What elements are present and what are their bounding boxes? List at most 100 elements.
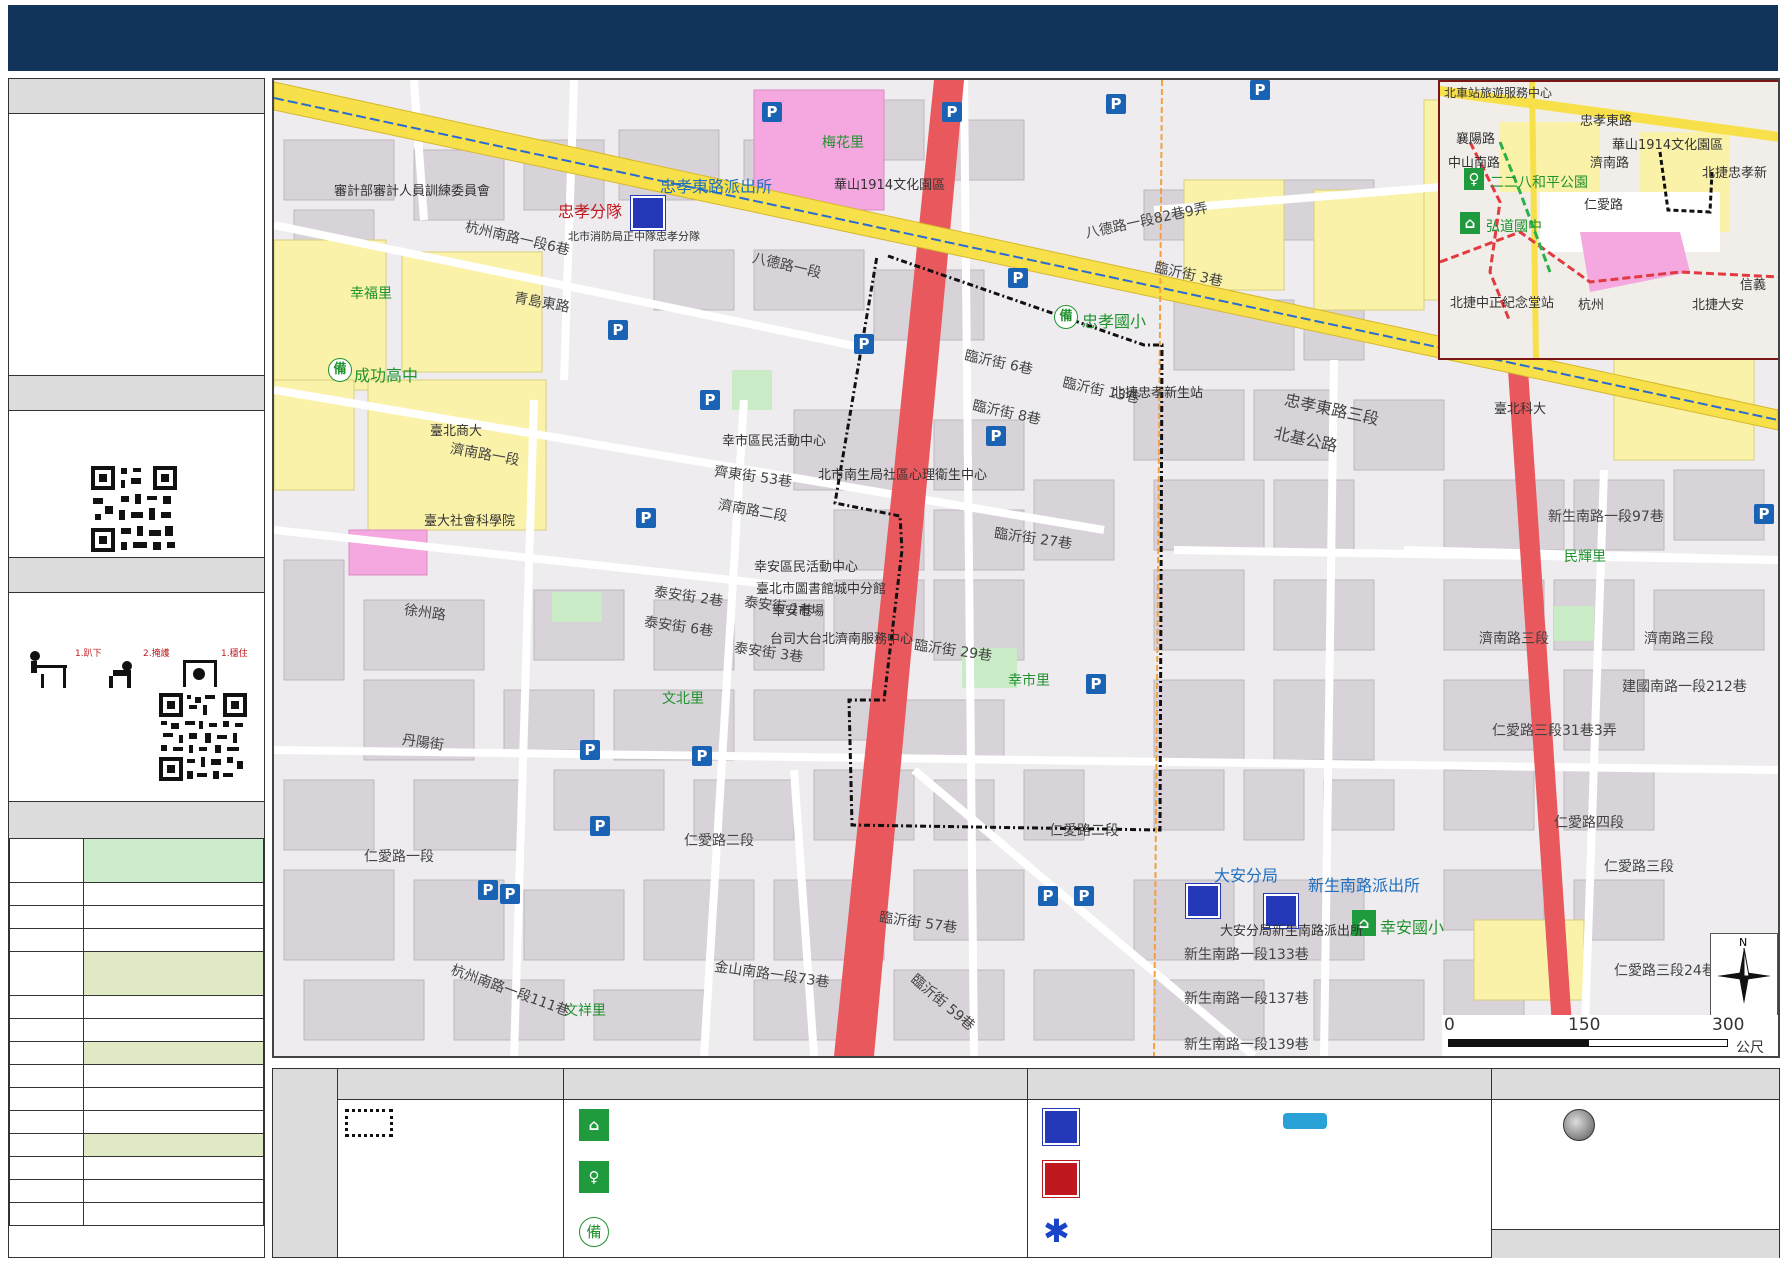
fire-badge-icon [1043,1161,1079,1197]
inset-label: 忠孝東路 [1580,114,1633,129]
sidebar-header-contacts [9,802,264,839]
village-label: 梅花里 [822,135,864,151]
inset-label: 濟南路 [1590,156,1630,171]
place-label: 臺北商大 [430,424,483,439]
village-label: 文北里 [662,691,704,707]
sidebar-header-info [9,79,264,114]
backup-shelter-icon: 備 [579,1217,609,1247]
shelter-icon[interactable]: 備 [1054,305,1078,329]
sidebar-header-qr [9,376,264,411]
road-label: 新生南路一段139巷 [1184,1037,1309,1053]
place-label: 審計部審計人員訓練委員會 [334,184,491,199]
road-label: 新生南路一段137巷 [1184,991,1309,1007]
posture-step-1: 1.趴下 [75,648,102,659]
place-label: 幸市區民活動中心 [722,434,827,449]
parking-icon[interactable]: P [1008,268,1028,288]
parking-icon[interactable]: P [986,426,1006,446]
police-badge-icon [1043,1109,1079,1145]
parking-icon[interactable]: P [1038,886,1058,906]
legend-divider [563,1069,564,1257]
boundary-legend-icon [345,1109,393,1137]
parking-icon[interactable]: P [942,102,962,122]
village-label: 幸福里 [350,286,392,302]
legend-divider [1027,1069,1028,1257]
road-label: 濟南路三段 [1479,631,1549,647]
parking-icon[interactable]: P [692,746,712,766]
village-label: 民輝里 [1564,549,1606,565]
scale-tick: 300 [1712,1015,1745,1035]
road-label: 新生南路一段133巷 [1184,947,1309,963]
compass-n: N [1739,936,1747,949]
place-label: 臺大社會科學院 [424,514,516,529]
posture-step-2: 2.掩護 [143,647,170,659]
scale-tick: 150 [1568,1015,1601,1035]
qr-code-icon[interactable] [159,693,247,781]
parking-icon[interactable]: P [478,880,498,900]
parking-icon[interactable]: P [1086,674,1106,694]
legend-divider [337,1069,338,1257]
place-label: 幸安市場 [772,604,825,619]
parking-icon[interactable]: P [854,334,874,354]
map-legend: ⌂ ♀ 備 ✱ [272,1068,1780,1258]
road-label: 仁愛路三段31巷3弄 [1492,723,1617,739]
parking-icon[interactable]: P [1754,504,1774,524]
sidebar: 1.趴下 2.掩護 1.穩住 [8,78,265,1258]
road-label: 建國南路一段212巷 [1622,679,1747,695]
place-label: 北市南生局社區心理衛生中心 [818,468,988,483]
inset-label: 襄陽路 [1456,132,1496,147]
place-label: 北捷忠孝新生站 [1112,386,1204,401]
parking-icon[interactable]: P [1106,94,1126,114]
contact-table [9,838,264,1226]
posture-step-3: 1.穩住 [221,647,248,659]
police-station-label: 忠孝東路派出所 [660,177,773,196]
parking-icon[interactable]: P [608,320,628,340]
inset-label: 信義 [1740,278,1767,293]
road-label: 仁愛路四段 [1554,815,1624,831]
school-label: 忠孝國小 [1082,312,1147,331]
scale-bar: 0 150 300 公尺 [1442,1015,1778,1056]
police-badge-icon[interactable] [1186,884,1220,918]
shelter-icon[interactable]: 備 [328,358,352,382]
locator-inset-map[interactable]: 北車站旅遊服務中心 忠孝東路 襄陽路 華山1914文化園區 中山南路 濟南路 北… [1438,80,1778,360]
police-branch-label: 忠孝分隊 [558,202,623,221]
inset-label: 北捷中正紀念堂站 [1450,296,1555,311]
meeting-point-icon [1563,1109,1595,1141]
inset-label: 北捷大安 [1692,298,1745,313]
scale-bar-fill [1448,1039,1588,1047]
school-label: 成功高中 [354,366,419,385]
place-label: 台司大台北濟南服務中心 [770,632,914,647]
police-badge-icon[interactable] [631,196,665,230]
parking-icon[interactable]: P [636,508,656,528]
parking-icon[interactable]: P [1250,80,1270,100]
police-branch-label: 大安分局 [1214,866,1279,885]
parking-icon[interactable]: P [762,102,782,122]
inset-label: 北捷忠孝新 [1702,166,1768,181]
medical-star-icon: ✱ [1043,1212,1070,1250]
park-shelter-icon[interactable]: ♀ [1464,168,1484,190]
road-label: 仁愛路三段 [1604,859,1674,875]
evacuation-map[interactable]: 忠孝分隊 忠孝東路派出所 北市消防局正中隊忠孝分隊 備 忠孝國小 備 成功高中 … [272,78,1780,1058]
parking-icon[interactable]: P [580,740,600,760]
village-label: 幸市里 [1008,673,1050,689]
parking-icon[interactable]: P [590,816,610,836]
fire-team-label: 北市消防局正中隊忠孝分隊 [568,230,700,243]
police-station-label: 新生南路派出所 [1308,876,1421,895]
school-shelter-icon[interactable]: ⌂ [1460,212,1480,234]
inset-label: 二二八和平公園 [1490,175,1588,191]
title-bar [8,5,1778,71]
scale-tick: 0 [1444,1015,1455,1035]
scale-bar-empty [1588,1039,1728,1047]
legend-header-row [337,1069,1779,1100]
parking-icon[interactable]: P [500,884,520,904]
legend-side-header [273,1069,337,1257]
legend-footer [1492,1229,1779,1258]
inset-label: 弘道國中 [1486,219,1542,235]
school-label: 幸安國小 [1380,918,1445,937]
road-label: 濟南路三段 [1644,631,1714,647]
qr-code-icon[interactable] [91,466,177,552]
compass-icon: N [1717,936,1771,1004]
place-label: 幸安區民活動中心 [754,560,859,575]
parking-icon[interactable]: P [1074,886,1094,906]
road-label: 仁愛路一段 [364,849,434,865]
parking-icon[interactable]: P [700,390,720,410]
